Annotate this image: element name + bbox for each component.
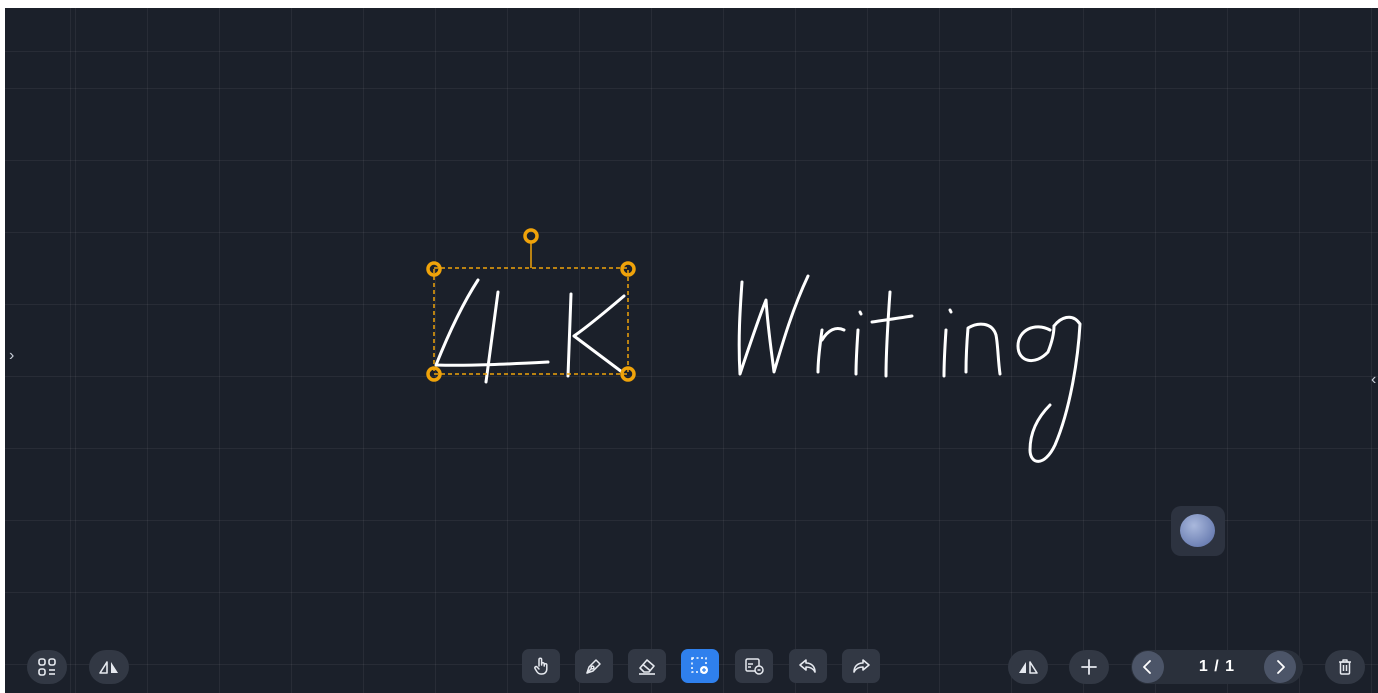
insert-image-icon (745, 658, 764, 675)
rotate-handle[interactable] (523, 228, 539, 244)
undo-icon (799, 659, 816, 673)
chevron-left-icon (1143, 660, 1151, 674)
mirror-flip-icon (1019, 661, 1038, 674)
mirror-right-button[interactable] (1008, 650, 1048, 684)
insert-image-button[interactable] (735, 649, 773, 683)
delete-button[interactable] (1325, 650, 1365, 684)
mirror-flip-icon (99, 661, 118, 674)
redo-icon (853, 659, 870, 673)
lasso-select-tool-button[interactable] (681, 649, 719, 683)
lasso-select-icon (691, 657, 708, 674)
previous-page-button[interactable] (1132, 651, 1164, 683)
eraser-tool-button[interactable] (628, 649, 666, 683)
handwriting-strokes (434, 274, 1082, 463)
floating-assistant-ball[interactable] (1171, 506, 1225, 556)
assistant-ball-icon (1180, 514, 1215, 547)
hand-tool-button[interactable] (522, 649, 560, 683)
selection-border (433, 267, 629, 375)
apps-grid-icon (38, 658, 56, 676)
pen-icon (586, 659, 601, 674)
chevron-right-icon (1277, 660, 1285, 674)
redo-button[interactable] (842, 649, 880, 683)
eraser-icon (639, 659, 655, 675)
plus-icon (1081, 659, 1097, 675)
mirror-button[interactable] (89, 650, 129, 684)
pen-tool-button[interactable] (575, 649, 613, 683)
page-navigator: 1 / 1 (1131, 650, 1303, 684)
add-page-button[interactable] (1069, 650, 1109, 684)
hand-pointer-icon (534, 657, 548, 675)
menu-button[interactable] (27, 650, 67, 684)
handwriting-layer (426, 228, 1082, 463)
next-page-button[interactable] (1264, 651, 1296, 683)
undo-button[interactable] (789, 649, 827, 683)
trash-icon (1339, 659, 1351, 675)
page-indicator: 1 / 1 (1198, 658, 1236, 675)
